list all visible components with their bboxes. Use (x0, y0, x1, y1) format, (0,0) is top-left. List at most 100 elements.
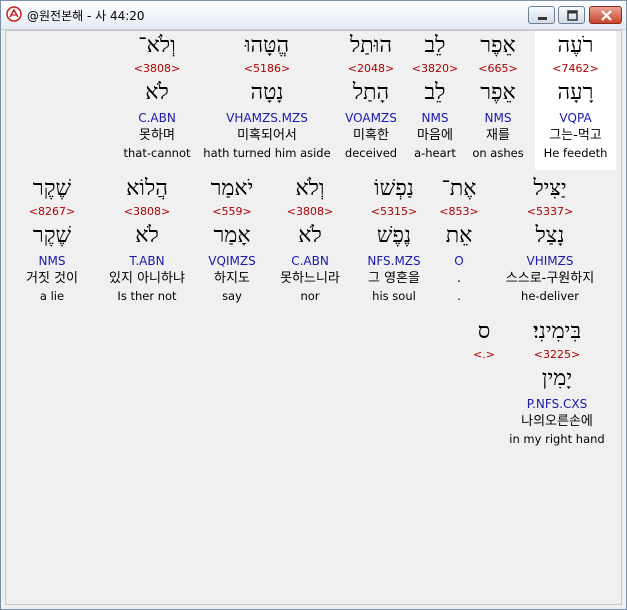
word-cell[interactable]: אֶת־ <853> אֵת O . . (436, 174, 482, 304)
close-icon (601, 10, 612, 21)
lexical-form (468, 363, 500, 395)
word-cell[interactable]: שֶׁקֶר <8267> שֶׁקֶר NMS 거짓 것이 a lie (16, 174, 88, 304)
hebrew-word: הוּתַל (350, 33, 392, 58)
word-cell[interactable]: יֹאמַר <559> אָמַר VQIMZS 하지도 say (202, 174, 262, 304)
title-bar[interactable]: @원전본해 - 사 44:20 (1, 1, 626, 30)
korean-gloss: 못하며 (139, 128, 175, 143)
english-gloss: his soul (372, 289, 416, 303)
korean-gloss: 재를 (486, 128, 510, 143)
word-cell[interactable]: ס <.> (468, 317, 500, 447)
korean-gloss: 마음에 (417, 128, 453, 143)
lexical-form: אֵת (445, 223, 473, 248)
strong-number[interactable]: <5337> (490, 204, 610, 220)
korean-gloss: 못하느니라 (280, 271, 340, 286)
lexical-form: לֹא (145, 80, 169, 105)
hebrew-word: יַצִּיל (533, 176, 567, 201)
strong-number[interactable]: <3820> (404, 61, 466, 77)
lexical-form: אֵפֶר (480, 80, 516, 105)
strong-number[interactable]: <2048> (338, 61, 404, 77)
lexical-form: יָמִין (541, 366, 573, 391)
maximize-icon (567, 10, 578, 21)
strong-number[interactable]: <3808> (98, 204, 196, 220)
lexical-form: לֹא (135, 223, 159, 248)
word-cell[interactable]: בִּימִינִי׃ <3225> יָמִין P.NFS.CXS 나의오른… (504, 317, 610, 447)
korean-gloss: 거짓 것이 (26, 271, 78, 286)
strong-number[interactable]: <3808> (268, 204, 352, 220)
lexical-form: לֹא (298, 223, 322, 248)
lexical-form: אָמַר (213, 223, 251, 248)
hebrew-word: הֱטָּהוּ (244, 33, 290, 58)
word-cell[interactable]: יַצִּיל <5337> נָצַל VHIMZS 스스로-구원하지 he-… (490, 174, 610, 304)
strong-number[interactable]: <665> (466, 61, 530, 77)
word-cell[interactable]: לֵב <3820> לֵב NMS 마음에 a-heart (404, 31, 466, 161)
word-cell[interactable]: הוּתַל <2048> הָתַל VOAMZS 미혹한 deceived (338, 31, 404, 161)
english-gloss: deceived (344, 146, 398, 160)
verse-analysis-panel: רֹעֶה <7462> רָעָה VQPA 그는-먹고 He feedeth… (5, 30, 622, 605)
word-cell-selected[interactable]: רֹעֶה <7462> רָעָה VQPA 그는-먹고 He feedeth (535, 31, 616, 161)
strong-number[interactable]: <559> (202, 204, 262, 220)
korean-gloss: 나의오른손에 (521, 414, 593, 429)
hebrew-word: בִּימִינִי׃ (532, 319, 582, 344)
english-gloss: Is ther not (117, 289, 177, 303)
morphology-code (468, 395, 500, 413)
hebrew-word: הֲלוֹא (126, 176, 168, 201)
word-cell[interactable]: הֲלוֹא <3808> לֹא T.ABN 있지 아니하냐 Is ther … (98, 174, 196, 304)
strong-number[interactable]: <3225> (504, 347, 610, 363)
hebrew-word: יֹאמַר (210, 176, 254, 201)
english-gloss: nor (300, 289, 320, 303)
morphology-code: C.ABN (138, 111, 176, 125)
english-gloss: a lie (39, 289, 65, 303)
word-cell[interactable]: הֱטָּהוּ <5186> נָטָה VHAMZS.MZS 미혹되어서 h… (200, 31, 334, 161)
morphology-code: VOAMZS (345, 111, 397, 125)
morphology-code: NFS.MZS (367, 254, 421, 268)
lexical-form: נֶפֶשׁ (376, 223, 412, 248)
korean-gloss: 그는-먹고 (549, 128, 602, 143)
morphology-code: C.ABN (291, 254, 329, 268)
english-gloss: He feedeth (543, 146, 608, 160)
korean-gloss (468, 413, 500, 431)
english-gloss: a-heart (414, 146, 456, 160)
lexical-form: לֵב (424, 80, 446, 105)
hebrew-word: וְלֹא־ (138, 33, 176, 58)
word-cell[interactable]: נַפְשׁוֹ <5315> נֶפֶשׁ NFS.MZS 그 영혼을 his… (355, 174, 433, 304)
morphology-code: VHIMZS (526, 254, 574, 268)
english-gloss: that-cannot (123, 146, 191, 160)
strong-number[interactable]: <3808> (118, 61, 196, 77)
english-gloss (468, 431, 500, 447)
word-cell[interactable]: אֵפֶר <665> אֵפֶר NMS 재를 on ashes (466, 31, 530, 161)
app-window: @원전본해 - 사 44:20 רֹעֶה <7462> רָעָה VQPA (0, 0, 627, 610)
close-button[interactable] (589, 6, 622, 24)
strong-number[interactable]: <7462> (535, 61, 616, 77)
lexical-form: הָתַל (352, 80, 390, 105)
korean-gloss: 그 영혼을 (368, 271, 420, 286)
hebrew-word: אֶת־ (441, 176, 477, 201)
strong-number[interactable]: <5315> (355, 204, 433, 220)
word-cell[interactable]: וְלֹא <3808> לֹא C.ABN 못하느니라 nor (268, 174, 352, 304)
maximize-button[interactable] (558, 6, 585, 24)
hebrew-word: רֹעֶה (557, 33, 594, 58)
lexical-form: רָעָה (557, 80, 594, 105)
hebrew-word: שֶׁקֶר (32, 176, 72, 201)
strong-number[interactable]: <5186> (200, 61, 334, 77)
morphology-code: P.NFS.CXS (526, 397, 588, 411)
hebrew-word: לֵב (424, 33, 446, 58)
word-cell[interactable]: וְלֹא־ <3808> לֹא C.ABN 못하며 that-cannot (118, 31, 196, 161)
lexical-form: נָטָה (250, 80, 284, 105)
english-gloss: hath turned him aside (203, 146, 331, 160)
morphology-code: NMS (484, 111, 512, 125)
strong-number[interactable]: <8267> (16, 204, 88, 220)
hebrew-word: אֵפֶר (480, 33, 516, 58)
morphology-code: VQIMZS (208, 254, 256, 268)
morphology-code: NMS (38, 254, 66, 268)
morphology-code: NMS (421, 111, 449, 125)
lexical-form: שֶׁקֶר (32, 223, 72, 248)
english-gloss: . (457, 289, 461, 303)
english-gloss: say (222, 289, 242, 303)
window-title: @원전본해 - 사 44:20 (27, 9, 145, 23)
morphology-code: O (454, 254, 464, 268)
strong-number[interactable]: <.> (468, 347, 500, 363)
english-gloss: in my right hand (509, 432, 605, 446)
minimize-button[interactable] (528, 6, 555, 24)
strong-number[interactable]: <853> (436, 204, 482, 220)
lexical-form: נָצַל (535, 223, 565, 248)
